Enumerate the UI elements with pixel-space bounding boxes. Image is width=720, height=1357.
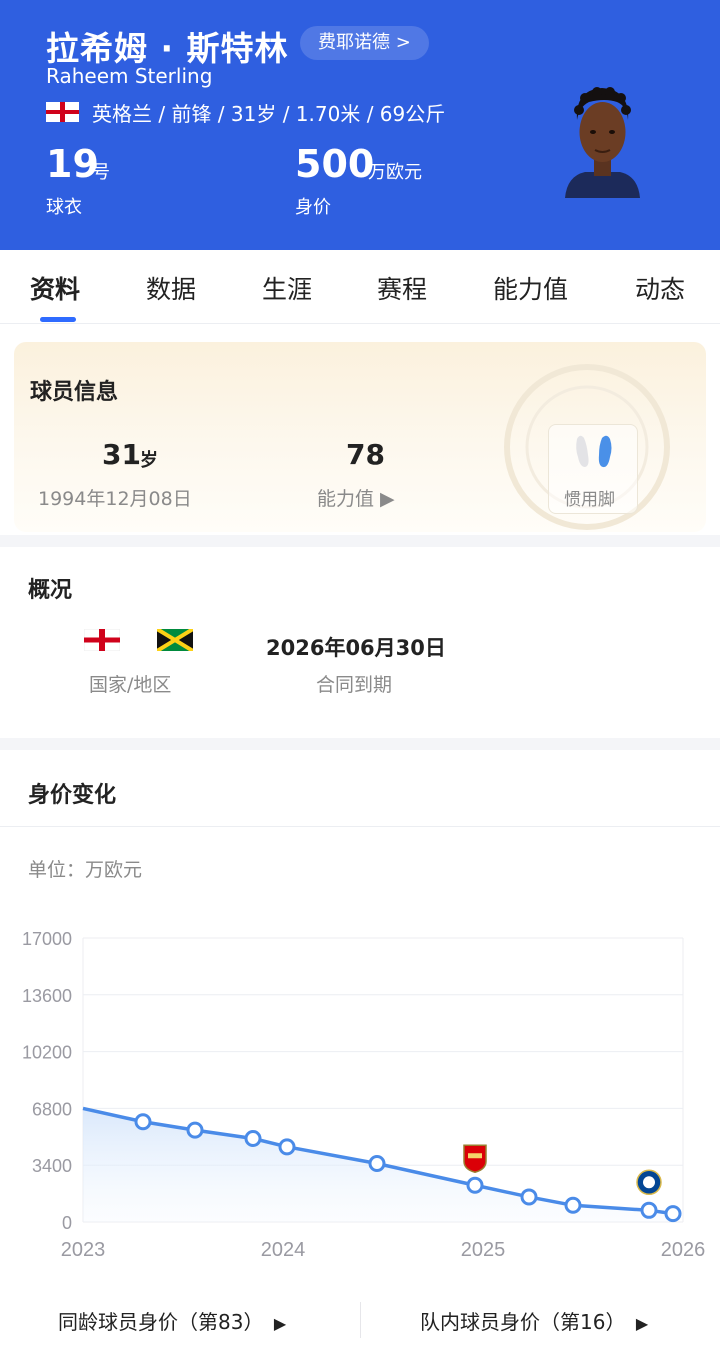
player-meta: 英格兰 / 前锋 / 31岁 / 1.70米 / 69公斤 <box>92 102 446 126</box>
crest-inner <box>643 1176 655 1189</box>
rating-link[interactable]: 能力值 ▶ <box>317 484 395 511</box>
team-value-link[interactable]: 队内球员身价（第16） ▶ <box>420 1306 648 1335</box>
player-info-card: 球员信息 31 岁 1994年12月08日 78 能力值 ▶ 惯用脚 <box>14 342 706 532</box>
data-point <box>244 1129 262 1147</box>
tab-stats[interactable]: 数据 <box>146 270 196 306</box>
contract-date: 2026年06月30日 <box>266 636 446 660</box>
preferred-foot: 惯用脚 <box>548 424 638 514</box>
x-tick-label: 2023 <box>61 1239 106 1261</box>
feet-icon <box>576 435 612 468</box>
data-point <box>520 1188 538 1206</box>
england-flag-icon <box>84 629 120 651</box>
active-tab-indicator <box>40 317 76 322</box>
data-point <box>186 1121 204 1139</box>
arsenal-crest-icon <box>463 1144 487 1174</box>
tab-profile[interactable]: 资料 <box>30 270 80 306</box>
market-value-unit: 万欧元 <box>368 162 422 183</box>
data-point <box>368 1155 386 1173</box>
market-value-label: 身价 <box>295 197 331 218</box>
age-unit: 岁 <box>140 450 158 471</box>
x-tick-label: 2026 <box>661 1239 706 1261</box>
data-point <box>664 1205 682 1223</box>
x-tick-label: 2024 <box>261 1239 306 1261</box>
y-tick-label: 10200 <box>22 1043 72 1063</box>
y-tick-label: 0 <box>62 1213 72 1233</box>
team-value-label: 队内球员身价（第16） <box>420 1310 626 1334</box>
section-separator <box>0 535 720 547</box>
preferred-foot-label: 惯用脚 <box>564 490 615 510</box>
player-header: 拉希姆 · 斯特林 费耶诺德 > Raheem Sterling 英格兰 / 前… <box>0 0 720 250</box>
data-point <box>640 1201 658 1219</box>
same-age-value-label: 同龄球员身价（第83） <box>58 1310 264 1334</box>
crest-cannon <box>468 1153 482 1159</box>
market-value: 500 <box>295 142 375 186</box>
arrow-right-icon: ▶ <box>273 1314 287 1333</box>
shirt-label: 球衣 <box>46 197 82 218</box>
player-name-zh: 拉希姆 · 斯特林 <box>46 29 289 68</box>
data-point <box>134 1113 152 1131</box>
birth-date: 1994年12月08日 <box>38 488 192 510</box>
england-flag-icon <box>46 102 79 122</box>
crest-shape <box>463 1144 487 1174</box>
player-name-en: Raheem Sterling <box>46 64 213 88</box>
same-age-value-link[interactable]: 同龄球员身价（第83） ▶ <box>58 1306 286 1335</box>
market-value-title: 身价变化 <box>28 783 117 808</box>
tab-schedule[interactable]: 赛程 <box>377 270 427 306</box>
country-label: 国家/地区 <box>89 674 172 696</box>
overview-title: 概况 <box>28 578 73 603</box>
divider <box>360 1302 361 1338</box>
shirt-number-unit: 号 <box>92 162 110 183</box>
market-value-chart: 17000 13600 10200 6800 3400 0 2023 2024 2025 2026 <box>22 929 706 1261</box>
y-tick-label: 17000 <box>22 929 72 949</box>
chelsea-crest-icon <box>636 1169 662 1196</box>
tab-bar: 资料 数据 生涯 赛程 能力值 动态 <box>0 250 720 324</box>
data-point <box>466 1176 484 1194</box>
x-tick-label: 2025 <box>461 1239 506 1261</box>
y-tick-label: 6800 <box>32 1099 72 1119</box>
divider <box>0 826 720 827</box>
jamaica-flag-icon <box>157 629 193 651</box>
section-separator <box>0 738 720 750</box>
data-point <box>278 1138 296 1156</box>
shirt-number: 19 <box>46 142 99 186</box>
arrow-right-icon: ▶ <box>635 1314 649 1333</box>
tab-ability[interactable]: 能力值 <box>493 270 568 306</box>
age-value: 31 <box>102 438 141 471</box>
y-tick-label: 3400 <box>32 1156 72 1176</box>
unit-label: 单位：万欧元 <box>28 859 143 881</box>
data-point <box>564 1196 582 1214</box>
player-info-title: 球员信息 <box>30 380 119 405</box>
rating-value[interactable]: 78 <box>346 438 385 471</box>
club-link-button[interactable]: 费耶诺德 > <box>300 26 429 60</box>
player-avatar <box>565 87 640 198</box>
y-tick-label: 13600 <box>22 986 72 1006</box>
contract-label: 合同到期 <box>316 674 393 696</box>
tab-career[interactable]: 生涯 <box>262 270 312 306</box>
tab-news[interactable]: 动态 <box>635 270 685 306</box>
